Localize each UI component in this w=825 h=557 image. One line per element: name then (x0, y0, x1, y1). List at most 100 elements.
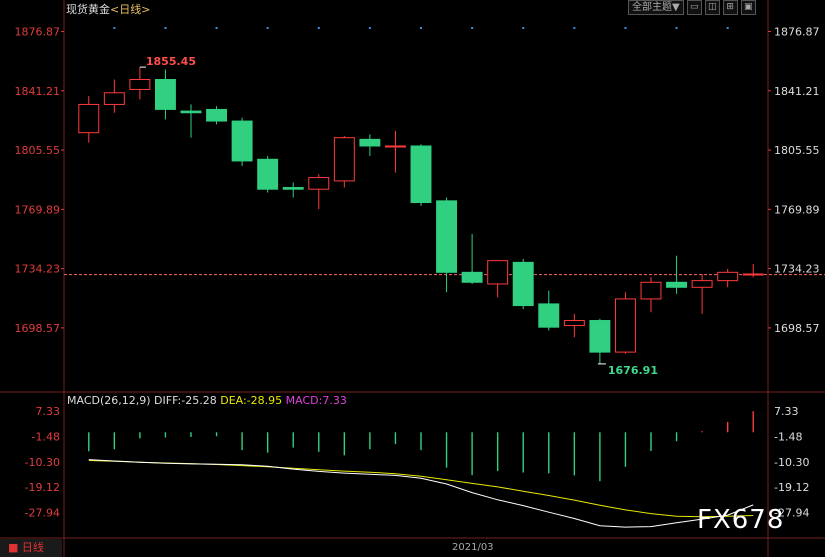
macd-label: MACD(26,12,9) (67, 394, 151, 407)
theme-dropdown-button[interactable]: 全部主题▼ (628, 0, 684, 15)
candle (282, 182, 304, 198)
marker-dot (471, 27, 474, 29)
candle-body (461, 271, 483, 283)
candle-body (410, 145, 432, 204)
low-label: 1676.91 (608, 364, 658, 377)
macd-tick-label-right: -19.12 (774, 481, 809, 494)
marker-dot (726, 27, 729, 29)
marker-dot (266, 27, 269, 29)
price-tick-label-left: 1698.57 (15, 322, 61, 335)
price-tick-label-right: 1841.21 (774, 85, 820, 98)
price-tick-label-left: 1734.23 (15, 263, 61, 276)
candle-body (282, 187, 304, 190)
price-tick-label-left: 1876.87 (15, 26, 61, 39)
candle-body (436, 200, 458, 273)
candle-body (538, 303, 560, 328)
marker-dot (624, 27, 627, 29)
price-tick-label-right: 1769.89 (774, 203, 820, 216)
candle (206, 106, 228, 125)
candle (333, 136, 355, 188)
minimize-icon[interactable]: ▭ (686, 0, 702, 15)
candle (359, 134, 381, 156)
macd-dea-value: DEA:-28.95 (220, 394, 283, 407)
fx678-watermark: FX678 (697, 505, 785, 535)
marker-dot (522, 27, 525, 29)
date-axis-label: 2021/03 (452, 542, 494, 553)
daily-tab[interactable]: ■ 日线 (0, 539, 62, 557)
close-tab-icon[interactable]: ■ (8, 541, 18, 554)
candle-body (640, 281, 662, 300)
annotations-layer: 1855.45 1676.91 (139, 55, 658, 377)
candle-body (512, 261, 534, 307)
candle (717, 268, 739, 288)
price-tick-label-right: 1876.87 (774, 26, 820, 39)
grid-layer (0, 0, 825, 557)
candle-body (691, 280, 713, 288)
candle (589, 318, 611, 364)
candle-body (589, 320, 611, 353)
high-label: 1855.45 (146, 55, 196, 68)
candle-body (78, 103, 100, 134)
candle-body (333, 137, 355, 182)
candle-body (666, 281, 688, 288)
macd-diff-value: DIFF:-25.28 (154, 394, 217, 407)
candle (154, 69, 176, 120)
candle-body (487, 260, 509, 285)
candle (410, 144, 432, 206)
macd-tick-label-left: -27.94 (25, 507, 60, 520)
diff-line (88, 459, 754, 528)
timeframe-label[interactable]: <日线> (110, 3, 150, 16)
candle-body (206, 108, 228, 122)
panel-icon[interactable]: ▣ (740, 0, 756, 15)
marker-dot (573, 27, 576, 29)
marker-dot (675, 27, 678, 29)
marker-dot (368, 27, 371, 29)
candle-body (231, 120, 253, 162)
macd-tick-label-right: 7.33 (774, 405, 799, 418)
price-tick-label-left: 1805.55 (15, 144, 61, 157)
marker-dot (215, 27, 218, 29)
macd-histogram (88, 411, 754, 482)
price-axis-right: 1876.87 1841.21 1805.55 1769.89 1734.23 1698.… (768, 26, 820, 335)
marker-dot (164, 27, 167, 29)
chart-canvas: 1876.87 1841.21 1805.55 1769.89 1734.23 1698.… (0, 0, 825, 557)
macd-axis-right: 7.33-1.48-10.30-19.12-27.94 (774, 405, 809, 519)
candle-body (103, 92, 125, 105)
candle (640, 277, 662, 313)
dea-line (88, 460, 754, 518)
grid-icon[interactable]: ⊞ (722, 0, 738, 15)
macd-axis-left: 7.33 -1.48 -10.30 -19.12 -27.94 (25, 405, 60, 519)
price-tick-label-right: 1805.55 (774, 144, 820, 157)
price-axis-left: 1876.87 1841.21 1805.55 1769.89 1734.23 1698.… (15, 26, 64, 335)
marker-dot (317, 27, 320, 29)
macd-macd-value: MACD:7.33 (285, 394, 347, 407)
price-tick-label-left: 1769.89 (15, 203, 61, 216)
tab-label: 日线 (21, 541, 44, 554)
macd-tick-label-left: -1.48 (32, 431, 60, 444)
instrument-name: 现货黄金 (66, 3, 110, 16)
candle-body (717, 271, 739, 282)
chart-header: 现货黄金<日线> (66, 1, 150, 17)
candle (436, 197, 458, 293)
candle (614, 292, 636, 354)
candle-body (308, 177, 330, 190)
marker-dot (113, 27, 116, 29)
candle-body (257, 158, 279, 190)
candle-body (742, 273, 764, 276)
candle-body (129, 79, 151, 90)
macd-tick-label-left: -10.30 (25, 456, 60, 469)
candle (78, 96, 100, 143)
candle (563, 313, 585, 338)
candle-body (154, 79, 176, 110)
candle-body (359, 138, 381, 147)
marker-dot (420, 27, 422, 29)
candle (538, 290, 560, 331)
candle (487, 260, 509, 298)
candle-body (563, 320, 585, 327)
macd-tick-label-left: -19.12 (25, 481, 60, 494)
candle-body (180, 110, 202, 114)
marker-dots (113, 27, 729, 29)
restore-icon[interactable]: ◫ (704, 0, 720, 15)
price-tick-label-right: 1698.57 (774, 322, 820, 335)
candle (512, 259, 534, 309)
